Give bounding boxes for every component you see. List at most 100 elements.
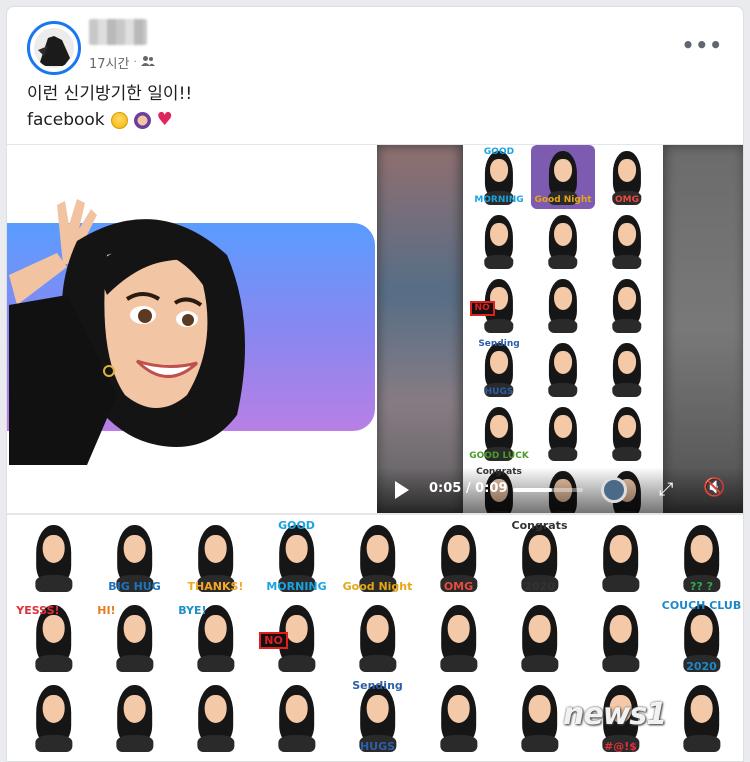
sticker-face (285, 694, 308, 724)
post-time[interactable]: 17시간 (89, 53, 129, 72)
sticker-face (618, 351, 636, 375)
sticker: ?? ? (661, 517, 742, 597)
sticker-face (42, 614, 65, 644)
post-meta: 17시간 · (89, 53, 155, 72)
sticker-body (439, 734, 478, 753)
sticker (531, 209, 595, 273)
avatar-promo-image[interactable] (7, 145, 377, 513)
sticker-face (618, 415, 636, 439)
friends-icon (140, 55, 155, 71)
woman-emoji-icon (133, 111, 151, 129)
sticker-body (34, 654, 73, 673)
more-options-icon[interactable]: ••• (682, 33, 723, 57)
sticker-body (115, 654, 154, 673)
sticker-face (490, 415, 508, 439)
avatar-image (34, 28, 74, 68)
sticker-face (366, 534, 389, 564)
mute-icon[interactable]: 🔇 (703, 477, 725, 498)
sticker-face (285, 534, 308, 564)
sticker (531, 337, 595, 401)
sticker-label-secondary: HUGS (359, 740, 396, 754)
sticker-label: ?? ? (690, 580, 713, 594)
sticker-face (554, 287, 572, 311)
video-progress-bar[interactable] (513, 488, 583, 492)
sticker (580, 517, 661, 597)
sticker (531, 273, 595, 337)
sticker-face (554, 351, 572, 375)
sticker (418, 677, 499, 757)
sticker-label: Good Night (342, 580, 413, 594)
sticker: GOOD MORNING (467, 145, 531, 209)
sticker-label-secondary: MORNING (266, 580, 327, 594)
sticker-label: NO (469, 301, 495, 317)
sticker (499, 597, 580, 677)
sticker-face (447, 614, 470, 644)
sticker-face (554, 415, 572, 439)
sticker-label: HI! (97, 604, 116, 617)
sticker (531, 401, 595, 465)
sticker-body (612, 383, 642, 398)
sticker: Sending HUGS (337, 677, 418, 757)
sticker: COUCH CLUB 2020 (661, 597, 742, 677)
sticker-face (447, 694, 470, 724)
sticker-face (123, 534, 146, 564)
sticker-label: #@!$ (604, 740, 637, 754)
post-text: 이런 신기방기한 일이!! facebook (27, 81, 192, 133)
sticker-body (520, 654, 559, 673)
avatar[interactable] (27, 21, 81, 75)
video-player[interactable]: GOOD MORNING Good Night OMG NO Sending HUGS GOO… (377, 145, 743, 513)
sticker-label: BIG HUG (108, 580, 161, 594)
sticker: OMG (595, 145, 659, 209)
sticker-face (618, 223, 636, 247)
play-icon[interactable] (395, 481, 409, 499)
duration: 0:09 (475, 481, 508, 496)
sticker-body (520, 734, 559, 753)
sticker-label: BYE! (178, 604, 207, 617)
sticker-label: GOOD LUCK (469, 451, 529, 462)
sticker-face (609, 534, 632, 564)
sticker-body (612, 319, 642, 334)
sticker (337, 597, 418, 677)
sticker: GOOD MORNING (256, 517, 337, 597)
sticker-label-secondary: MORNING (474, 195, 524, 206)
sticker-face (204, 614, 227, 644)
meta-separator: · (133, 57, 137, 68)
settings-gear-icon[interactable] (601, 477, 627, 503)
sticker-label: Sending (352, 679, 403, 693)
sticker-label: GOOD (483, 146, 515, 157)
sticker-body (548, 319, 578, 334)
sticker-face (204, 694, 227, 724)
sticker (595, 337, 659, 401)
sticker-face (42, 694, 65, 724)
video-progress-fill (513, 488, 552, 492)
sticker-label: YESSS! (16, 604, 60, 617)
sticker: Good Night (531, 145, 595, 209)
fullscreen-icon[interactable]: ⤢ (659, 479, 673, 500)
sticker-body (115, 734, 154, 753)
sticker-face (42, 534, 65, 564)
sticker: OMG (418, 517, 499, 597)
sticker (94, 677, 175, 757)
sticker-face (528, 614, 551, 644)
sticker-face (204, 534, 227, 564)
sticker-face (490, 159, 508, 183)
facebook-post: 17시간 · ••• 이런 신기방기한 일이!! facebook ♥ GOOD… (6, 6, 744, 762)
sticker-face (690, 534, 713, 564)
sticker: THANKS! (175, 517, 256, 597)
flushed-face-emoji-icon (110, 111, 128, 129)
post-text-line2: facebook (27, 110, 105, 130)
sticker (661, 677, 742, 757)
news1-watermark: news1 (563, 697, 667, 732)
heart-emoji-icon (157, 107, 173, 133)
sticker-label-secondary: 2020 (524, 580, 555, 594)
sticker-face (285, 614, 308, 644)
sticker-face (123, 694, 146, 724)
sticker: BYE! (175, 597, 256, 677)
sticker-face (528, 694, 551, 724)
sticker-body (34, 574, 73, 593)
sticker (256, 677, 337, 757)
post-text-line1: 이런 신기방기한 일이!! (27, 84, 193, 104)
author-name-blurred[interactable] (89, 19, 147, 45)
sticker (595, 273, 659, 337)
sticker-face (618, 159, 636, 183)
